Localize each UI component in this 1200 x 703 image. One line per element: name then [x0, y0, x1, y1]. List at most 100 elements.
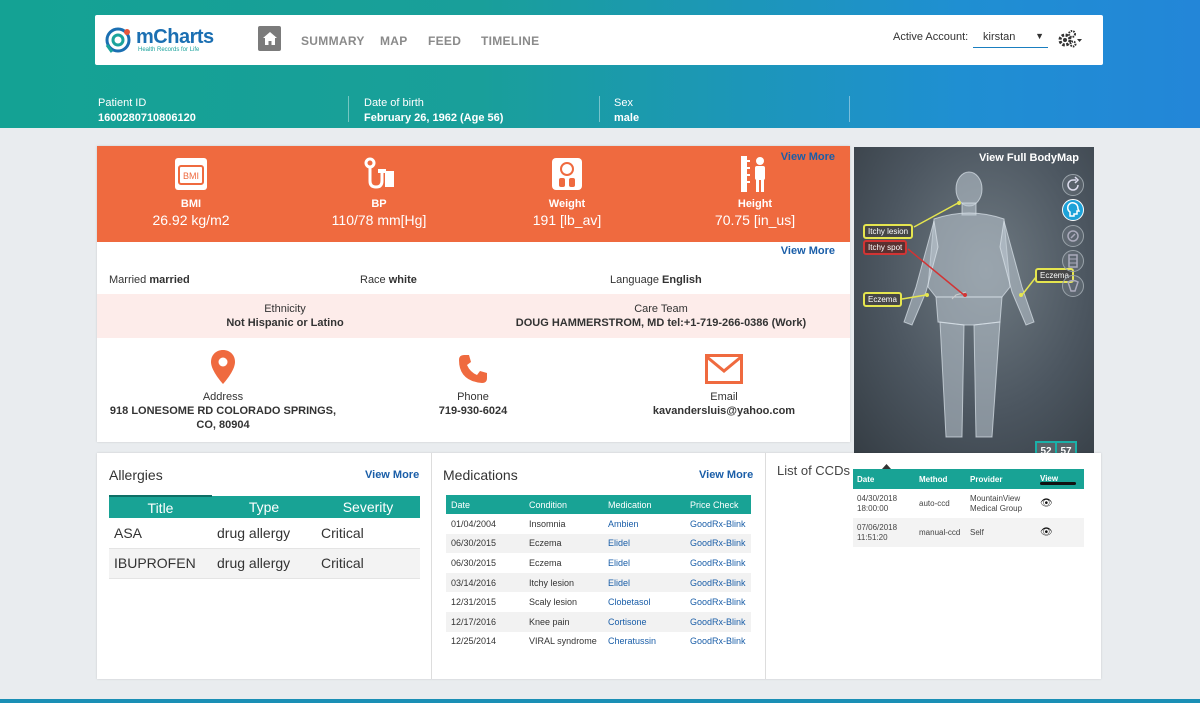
lesion-marker[interactable]: Eczema — [863, 292, 902, 307]
skeleton-view-icon[interactable] — [1062, 250, 1084, 272]
nav-timeline[interactable]: TIMELINE — [481, 34, 539, 48]
table-row[interactable]: 04/30/2018 18:00:00 auto-ccd MountainVie… — [853, 489, 1084, 518]
email-value[interactable]: kavandersluis@yahoo.com — [624, 404, 824, 418]
table-row[interactable]: 06/30/2015 Eczema Elidel GoodRx-Blink — [446, 553, 751, 573]
med-condition: Eczema — [524, 533, 603, 554]
med-name-link[interactable]: Elidel — [603, 533, 685, 554]
ethnicity-value: Not Hispanic or Latino — [226, 317, 344, 329]
price-check-link[interactable]: GoodRx-Blink — [685, 533, 751, 554]
ccd-date-time: 11:51:20 — [857, 532, 888, 542]
address-field: Address 918 LONESOME RD COLORADO SPRINGS… — [105, 348, 341, 432]
settings-gear-icon[interactable] — [1057, 29, 1083, 49]
race-field: Race white — [360, 274, 417, 286]
price-check-link[interactable]: GoodRx-Blink — [685, 592, 751, 612]
column-header[interactable]: Condition — [524, 495, 603, 514]
dob-label: Date of birth — [364, 97, 424, 109]
ccd-view: 👁 — [1036, 489, 1084, 518]
table-row[interactable]: ASA drug allergy Critical — [109, 518, 420, 549]
med-date: 12/31/2015 — [451, 597, 497, 608]
eye-icon[interactable]: 👁 — [1040, 527, 1053, 538]
med-condition: Insomnia — [529, 518, 566, 529]
caret-down-icon: ▼ — [1035, 31, 1044, 41]
table-row[interactable]: 12/31/2015 Scaly lesion Clobetasol GoodR… — [446, 592, 751, 612]
ccd-view: 👁 — [1036, 518, 1084, 547]
logo-stethoscope-icon — [105, 27, 131, 53]
ethnicity-careteam-band: Ethnicity Not Hispanic or Latino Care Te… — [97, 294, 850, 338]
demographics-view-more-link[interactable]: View More — [781, 245, 835, 257]
nav-summary[interactable]: SUMMARY — [301, 34, 365, 48]
allergies-view-more-link[interactable]: View More — [365, 469, 419, 481]
phone-value[interactable]: 719-930-6024 — [413, 404, 533, 418]
muscle-view-icon[interactable] — [1062, 225, 1084, 247]
column-header[interactable]: Provider — [966, 469, 1036, 489]
table-row[interactable]: 01/04/2004 Insomnia Ambien GoodRx-Blink — [446, 514, 751, 534]
mcharts-logo[interactable]: mCharts Health Records for Life — [103, 25, 214, 55]
vital-weight[interactable]: Weight 191 [lb_av] — [473, 156, 661, 228]
vital-name: BP — [371, 198, 387, 210]
nav-map[interactable]: MAP — [380, 34, 408, 48]
lesion-marker[interactable]: Itchy spot — [863, 240, 908, 255]
ccd-provider-line1: Self — [970, 527, 984, 537]
vital-height[interactable]: Height 70.75 [in_us] — [661, 156, 849, 228]
price-check-link[interactable]: GoodRx-Blink — [685, 572, 751, 593]
med-name-link[interactable]: Cheratussin — [603, 632, 685, 652]
height-ruler-icon — [741, 156, 765, 192]
vitals-view-more-link[interactable]: View More — [781, 151, 835, 163]
price-check-link[interactable]: GoodRx-Blink — [685, 514, 751, 534]
column-header[interactable]: Severity — [316, 496, 420, 518]
ccd-date-time: 18:00:00 — [857, 503, 889, 513]
vital-name: Height — [737, 198, 773, 210]
home-button[interactable] — [258, 26, 281, 51]
med-name-link[interactable]: Clobetasol — [603, 592, 685, 612]
body-map-panel[interactable]: View Full BodyMap Itchy lesion Itchy spo… — [854, 147, 1094, 454]
view-column-label: View — [1040, 473, 1059, 483]
table-row[interactable]: IBUPROFEN drug allergy Critical — [109, 548, 420, 579]
med-name-link[interactable]: Elidel — [603, 553, 685, 573]
price-check-link[interactable]: GoodRx-Blink — [685, 632, 751, 652]
allergies-table: Title Type Severity ASA drug allergy Cri… — [109, 495, 420, 579]
ccd-method: auto-ccd — [919, 498, 950, 508]
med-condition: Eczema — [529, 557, 562, 568]
med-date: 12/17/2016 — [446, 611, 524, 632]
price-check-link[interactable]: GoodRx-Blink — [685, 553, 751, 573]
ccd-provider: Self — [966, 518, 1036, 547]
allergy-type: drug allergy — [212, 518, 316, 549]
column-header[interactable]: Medication — [603, 495, 685, 514]
active-account-select[interactable]: kirstan ▼ — [973, 28, 1048, 48]
nav-feed[interactable]: FEED — [428, 34, 461, 48]
column-header[interactable]: View — [1036, 469, 1084, 489]
med-date: 03/14/2016 — [446, 572, 524, 593]
active-account-value: kirstan — [983, 31, 1016, 43]
ethnicity-label: Ethnicity — [264, 303, 306, 315]
language-label: Language — [610, 274, 659, 286]
table-row[interactable]: 12/25/2014 VIRAL syndrome Cheratussin Go… — [446, 632, 751, 652]
medications-title: Medications — [443, 467, 518, 483]
med-name-link[interactable]: Elidel — [603, 572, 685, 593]
vital-bp[interactable]: BP 110/78 mm[Hg] — [285, 156, 473, 228]
medications-view-more-link[interactable]: View More — [699, 469, 753, 481]
eye-icon[interactable]: 👁 — [1040, 498, 1053, 509]
head-view-icon[interactable] — [1062, 199, 1084, 221]
table-row[interactable]: 07/06/2018 11:51:20 manual-ccd Self 👁 — [853, 518, 1084, 547]
column-header[interactable]: Date — [446, 495, 524, 514]
ccd-date-day: 04/30/2018 — [857, 493, 898, 503]
column-header[interactable]: Type — [212, 496, 316, 518]
column-header[interactable]: Price Check — [685, 495, 751, 514]
table-row[interactable]: 12/17/2016 Knee pain Cortisone GoodRx-Bl… — [446, 611, 751, 632]
vital-bmi[interactable]: BMI BMI 26.92 kg/m2 — [97, 156, 285, 228]
organ-view-icon[interactable] — [1062, 275, 1084, 297]
price-check-link[interactable]: GoodRx-Blink — [685, 611, 751, 632]
patient-id: Patient ID 1600280710806120 — [98, 96, 196, 126]
table-row[interactable]: 06/30/2015 Eczema Elidel GoodRx-Blink — [446, 533, 751, 554]
address-line1: 918 LONESOME RD COLORADO SPRINGS, — [109, 405, 337, 417]
med-name-link[interactable]: Cortisone — [603, 611, 685, 632]
column-header[interactable]: Date — [853, 469, 915, 489]
column-header[interactable]: Method — [915, 469, 966, 489]
lesion-marker[interactable]: Itchy lesion — [863, 224, 914, 239]
dob-value: February 26, 1962 (Age 56) — [364, 112, 504, 124]
med-name-link[interactable]: Ambien — [603, 514, 685, 534]
column-header[interactable]: Title — [109, 495, 212, 518]
rotate-icon[interactable] — [1062, 174, 1084, 196]
ccds-table: Date Method Provider View 04/30/2018 18:… — [853, 469, 1084, 547]
table-row[interactable]: 03/14/2016 Itchy lesion Elidel GoodRx-Bl… — [446, 572, 751, 593]
